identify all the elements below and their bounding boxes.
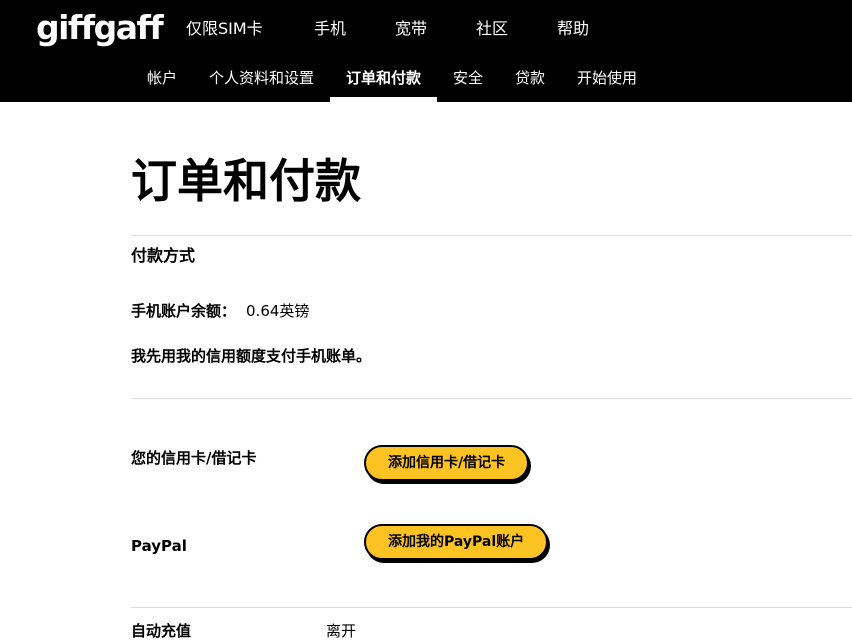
- balance-label: 手机账户余额：: [131, 302, 237, 320]
- subnav-item-security[interactable]: 安全: [453, 68, 483, 88]
- active-tab-indicator: [330, 97, 437, 102]
- subnav-item-loans[interactable]: 贷款: [515, 68, 545, 88]
- nav-item-broadband[interactable]: 宽带: [395, 18, 427, 40]
- nav-item-community[interactable]: 社区: [476, 18, 508, 40]
- account-balance: 手机账户余额： 0.64英镑: [131, 300, 309, 322]
- auto-topup-value: 离开: [326, 622, 357, 640]
- nav-item-sim-only[interactable]: 仅限SIM卡: [186, 18, 263, 40]
- subnav-item-account[interactable]: 帐户: [147, 68, 177, 88]
- divider: [131, 235, 852, 236]
- divider: [131, 398, 852, 399]
- balance-value: 0.64英镑: [246, 302, 310, 320]
- subnav-item-profile-settings[interactable]: 个人资料和设置: [209, 68, 314, 88]
- subnav-item-getting-started[interactable]: 开始使用: [577, 68, 637, 88]
- add-paypal-button[interactable]: 添加我的PayPal账户: [364, 524, 549, 560]
- site-header: giffgaff 仅限SIM卡 手机 宽带 社区 帮助 帐户 个人资料和设置 订…: [0, 0, 852, 102]
- divider: [131, 607, 852, 608]
- credit-note: 我先用我的信用额度支付手机账单。: [131, 347, 372, 365]
- payment-methods-heading: 付款方式: [131, 246, 196, 265]
- nav-item-help[interactable]: 帮助: [557, 18, 589, 40]
- add-card-button[interactable]: 添加信用卡/借记卡: [364, 445, 530, 481]
- nav-item-phones[interactable]: 手机: [314, 18, 346, 40]
- subnav-item-orders-payments[interactable]: 订单和付款: [346, 68, 421, 88]
- page-title: 订单和付款: [131, 154, 361, 208]
- giffgaff-logo[interactable]: giffgaff: [36, 8, 164, 48]
- card-label: 您的信用卡/借记卡: [131, 449, 257, 467]
- auto-topup-label: 自动充值: [131, 622, 192, 640]
- paypal-label: PayPal: [131, 537, 187, 555]
